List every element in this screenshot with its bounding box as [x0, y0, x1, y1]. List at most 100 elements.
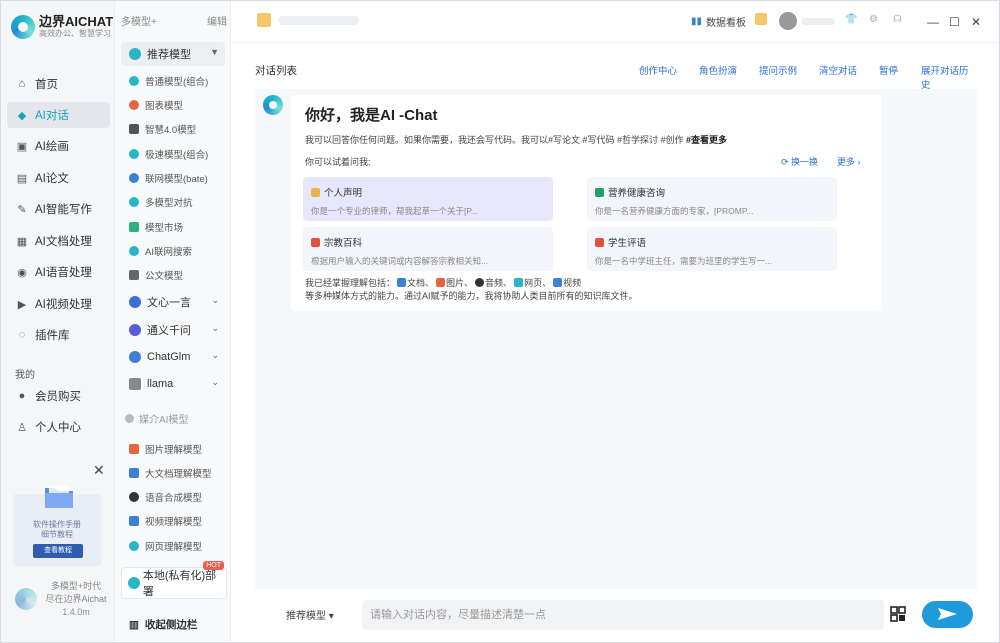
nav-item-ai-draw[interactable]: ▣ AI绘画 — [7, 133, 110, 159]
model-item[interactable]: 公文模型 — [129, 265, 183, 285]
nav-item-ai-chat[interactable]: ◆ AI对话 — [7, 102, 110, 128]
close-icon[interactable]: ✕ — [93, 462, 105, 479]
model-item[interactable]: 模型市场 — [129, 217, 183, 237]
tab-question-examples[interactable]: 提问示例 — [759, 63, 797, 77]
model-group-wenxin[interactable]: 文心一言 ⌄ — [121, 290, 225, 314]
model-item[interactable]: 联网模型(bate) — [129, 168, 208, 188]
suggestion-card[interactable]: 宗教百科 根据用户输入的关键词或内容解答宗教相关知... — [303, 227, 553, 271]
bot-avatar — [263, 95, 283, 115]
model-item[interactable]: 极速模型(组合) — [129, 144, 208, 164]
model-label: 智慧4.0模型 — [145, 125, 197, 136]
tutorial-promo[interactable]: 软件操作手册 细节教程 查看教程 — [13, 485, 101, 566]
app-window: 边界AICHAT 高效办公、智慧学习 ⌂ 首页 ◆ AI对话 ▣ AI绘画 ▤ AI论文… — [0, 0, 1000, 643]
media-item[interactable]: 语音合成模型 — [129, 487, 202, 507]
media-item[interactable]: 大文档理解模型 — [129, 463, 212, 483]
dashboard-label: 数据看板 — [706, 18, 747, 29]
chat-input-box[interactable] — [362, 600, 884, 630]
document-icon — [129, 468, 139, 478]
chevron-down-icon: ⌄ — [211, 377, 219, 387]
more-button[interactable]: 更多 › — [837, 155, 861, 168]
send-button[interactable] — [922, 601, 973, 628]
nav-label: AI文档处理 — [35, 236, 92, 248]
cap-video: 视频 — [563, 278, 582, 288]
nav-item-profile[interactable]: ♙ 个人中心 — [7, 414, 110, 440]
model-group-chatglm[interactable]: ChatGlm ⌄ — [121, 345, 225, 369]
model-icon — [129, 270, 139, 280]
model-label: 模型市场 — [145, 223, 184, 234]
send-icon — [938, 608, 957, 620]
close-window-icon[interactable]: ✕ — [971, 15, 981, 29]
collapse-sidebar-button[interactable]: ▥ 收起侧边栏 — [129, 617, 197, 632]
cap-image: 图片、 — [446, 278, 474, 288]
folder-icon[interactable] — [755, 13, 767, 25]
swap-button[interactable]: ⟳ 换一换 — [781, 155, 818, 168]
media-item[interactable]: 网页理解模型 — [129, 536, 202, 556]
dashboard-button[interactable]: ▮▮ 数据看板 — [691, 14, 746, 29]
tab-role-play[interactable]: 角色扮演 — [699, 63, 737, 77]
web-icon — [514, 278, 524, 287]
model-item[interactable]: 多模型对抗 — [129, 192, 193, 212]
suggestion-title: 个人声明 — [324, 188, 363, 199]
model-label: 图表模型 — [145, 101, 184, 112]
nav-item-ai-writing[interactable]: ✎ AI智能写作 — [7, 196, 110, 222]
chevron-down-icon: ▼ — [210, 47, 219, 57]
health-icon — [595, 187, 604, 197]
nav-item-ai-voice[interactable]: ◉ AI语音处理 — [7, 259, 110, 285]
view-tutorial-button[interactable]: 查看教程 — [33, 544, 83, 558]
minimize-icon[interactable]: — — [927, 15, 939, 29]
edit-button[interactable]: 编辑 — [207, 13, 227, 28]
tab-creation-center[interactable]: 创作中心 — [639, 63, 677, 77]
shirt-icon[interactable]: 👕 — [845, 14, 857, 25]
model-label: 语音合成模型 — [145, 493, 203, 504]
nav-item-membership[interactable]: ● 会员购买 — [7, 383, 110, 409]
suggestion-card[interactable]: 学生评语 你是一名中学班主任，需要为班里的学生写一... — [587, 227, 837, 271]
model-label: 公文模型 — [145, 271, 184, 282]
model-selector[interactable]: 推荐模型 ▾ — [286, 607, 334, 622]
model-group-llama[interactable]: llama ⌄ — [121, 372, 225, 396]
nav-item-ai-video[interactable]: ▶ AI视频处理 — [7, 291, 110, 317]
model-icon — [129, 149, 139, 159]
media-item[interactable]: 视频理解模型 — [129, 511, 202, 531]
cap-audio: 音频、 — [485, 278, 513, 288]
nav-item-plugins[interactable]: ◌ 插件库 — [7, 322, 110, 348]
conversation-list-title: 对话列表 — [255, 65, 297, 77]
folder-illustration-icon — [45, 485, 73, 508]
qr-grid-icon[interactable] — [890, 606, 906, 622]
nav-label: AI智能写作 — [35, 204, 92, 216]
model-group-tongyi[interactable]: 通义千问 ⌄ — [121, 318, 225, 342]
headset-icon[interactable]: ☊ — [893, 14, 902, 25]
suggestion-desc: 你是一名营养健康方面的专家，[PROMP... — [595, 206, 754, 216]
maximize-icon[interactable]: ☐ — [949, 15, 960, 29]
model-panel: 多模型+ 编辑 推荐模型 ▼ 普通模型(组合) 图表模型 智慧4.0模型 极速模型(… — [115, 1, 231, 642]
model-item[interactable]: 智慧4.0模型 — [129, 119, 196, 139]
ask-prompt: 你可以试着问我: — [305, 157, 371, 167]
tab-pause[interactable]: 暂停 — [879, 63, 898, 77]
suggestion-card[interactable]: 营养健康咨询 你是一名营养健康方面的专家，[PROMP... — [587, 177, 837, 221]
nav-item-home[interactable]: ⌂ 首页 — [7, 71, 110, 97]
version-number: 1.4.0m — [62, 607, 90, 617]
avatar[interactable] — [779, 12, 797, 30]
suggestion-card[interactable]: 个人声明 你是一个专业的律师，帮我起草一个关于[P... — [303, 177, 553, 221]
version-line2: 尽在边界Aichat — [45, 594, 107, 604]
settings-icon[interactable]: ⚙ — [869, 14, 878, 25]
tab-expand-history[interactable]: 展开对话历史 — [921, 63, 977, 91]
recommend-group[interactable]: 推荐模型 ▼ — [121, 42, 225, 66]
top-bar: ▮▮ 数据看板 👕 ⚙ ☊ — [231, 1, 999, 43]
model-label: 极速模型(组合) — [145, 150, 209, 161]
recommend-icon — [129, 48, 141, 60]
chat-toolbar: 对话列表 创作中心 角色扮演 提问示例 清空对话 暂停 展开对话历史 — [255, 63, 977, 91]
nav-section-mine: 我的 — [15, 370, 35, 381]
model-item[interactable]: 普通模型(组合) — [129, 71, 208, 91]
group-label: 通义千问 — [147, 325, 191, 337]
model-item[interactable]: 图表模型 — [129, 95, 183, 115]
nav-item-ai-paper[interactable]: ▤ AI论文 — [7, 165, 110, 191]
market-icon — [129, 222, 139, 232]
nav-item-ai-doc[interactable]: ▦ AI文档处理 — [7, 228, 110, 254]
see-more-link[interactable]: #查看更多 — [686, 135, 727, 145]
tab-clear-chat[interactable]: 清空对话 — [819, 63, 857, 77]
local-deploy-button[interactable]: 本地(私有化)部署 HOT — [121, 561, 227, 599]
promo-line2: 细节教程 — [41, 530, 73, 539]
model-item[interactable]: AI联网搜索 — [129, 241, 192, 261]
chat-input[interactable] — [362, 600, 884, 630]
media-item[interactable]: 图片理解模型 — [129, 439, 202, 459]
